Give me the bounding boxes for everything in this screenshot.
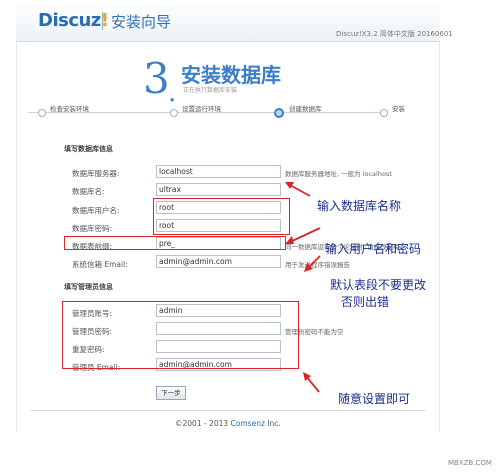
footer-divider xyxy=(30,410,426,411)
version-label: Discuz!X3.2 简体中文版 20160601 xyxy=(336,30,453,38)
admin-section-title: 填写管理员信息 xyxy=(64,283,113,291)
progress-dot-4 xyxy=(380,109,388,117)
step-number: 3 xyxy=(143,54,170,103)
arrow-prefix-icon xyxy=(285,227,321,244)
progress-step-3: 创建数据库 xyxy=(289,105,322,113)
arrow-db-name-icon xyxy=(285,182,311,197)
step-number-dot: . xyxy=(168,78,177,108)
progress-step-4: 安装 xyxy=(392,105,405,113)
user-pass-highlight-box xyxy=(153,198,290,235)
db-host-label: 数据库服务器: xyxy=(72,169,120,178)
arrow-admin-box-icon xyxy=(304,255,321,272)
annotation-prefix-line1: 默认表段不要更改 xyxy=(330,278,427,292)
progress-step-1: 检查安装环境 xyxy=(50,105,89,113)
annotation-admin: 随意设置即可 xyxy=(338,392,411,406)
discuz-logo: Discuz! xyxy=(38,10,109,31)
progress-dot-1 xyxy=(38,109,46,117)
progress-dot-3-active xyxy=(274,108,284,118)
step-title: 安装数据库 xyxy=(181,63,281,87)
db-section-title: 填写数据库信息 xyxy=(64,145,113,153)
db-host-input[interactable]: localhost xyxy=(156,165,281,178)
next-button[interactable]: 下一步 xyxy=(156,386,186,400)
prefix-highlight-box xyxy=(64,236,286,250)
db-password-label: 数据库密码: xyxy=(72,224,113,233)
arrow-admin-icon xyxy=(303,372,320,393)
installer-header: Discuz! 安装向导 Discuz!X3.2 简体中文版 20160601 xyxy=(16,0,453,42)
watermark: MBXZB.COM xyxy=(448,459,492,467)
db-host-hint: 数据库服务器地址, 一般为 localhost xyxy=(285,170,392,178)
db-name-input[interactable]: ultrax xyxy=(156,183,281,196)
wizard-title: 安装向导 xyxy=(111,13,172,31)
admin-highlight-box xyxy=(62,301,299,369)
step-subtitle: 正在执行数据库安装 xyxy=(183,87,238,94)
progress-dot-2 xyxy=(170,109,178,117)
footer-copyright: ©2001 - 2013 Comsenz Inc. xyxy=(175,419,281,428)
annotation-prefix-line2: 否则出错 xyxy=(341,295,390,309)
system-email-label: 系统信箱 Email: xyxy=(72,260,128,269)
db-name-label: 数据库名: xyxy=(72,187,105,196)
progress-step-2: 设置运行环境 xyxy=(182,105,221,113)
db-user-label: 数据库用户名: xyxy=(72,206,120,215)
annotation-db-name: 输入数据库名称 xyxy=(317,199,402,213)
system-email-input[interactable]: admin@admin.com xyxy=(156,255,281,268)
footer-brand-link[interactable]: Comsenz xyxy=(231,419,265,428)
annotation-user-pass: 输入用户名和密码 xyxy=(325,242,422,256)
header-divider xyxy=(102,12,103,30)
